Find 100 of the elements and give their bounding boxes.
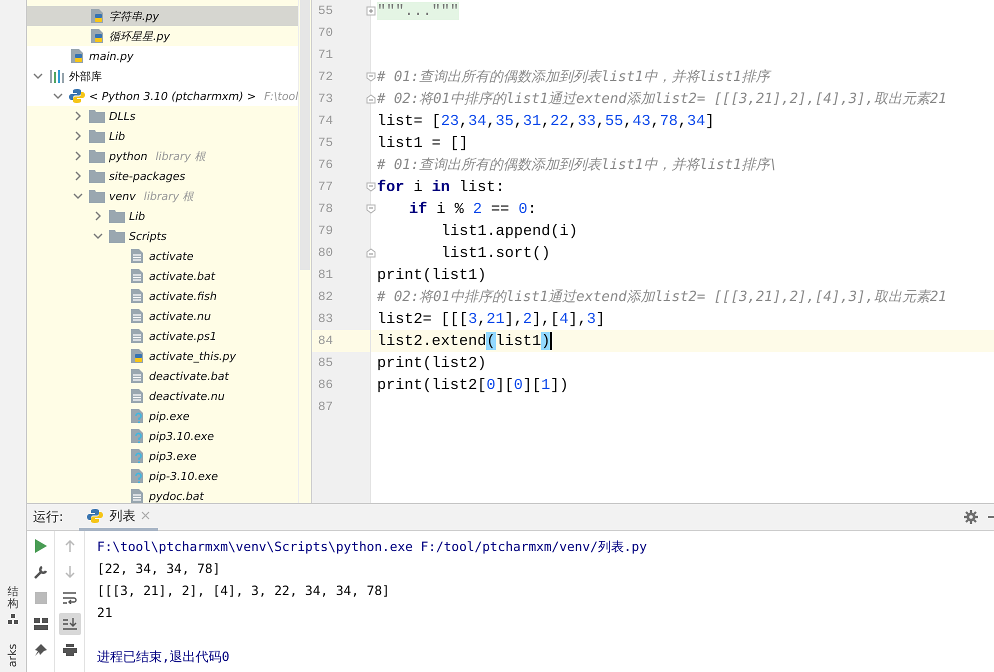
fold-marker-icon[interactable] xyxy=(366,248,376,258)
line-number: 81 xyxy=(318,268,334,282)
layout-icon xyxy=(34,618,48,630)
file-name: deactivate.nu xyxy=(149,390,225,402)
console-output-line: F:\tool\ptcharmxm\venv\Scripts\python.exe F:/tool/ptcharmxm/venv/列表.py xyxy=(97,538,647,556)
unknown-file-icon xyxy=(129,448,145,464)
code-line: # 01:查询出所有的偶数添加到列表list1中，并将list1排序 xyxy=(377,68,770,86)
code-line: list2= [[[3,21],2],[4],3] xyxy=(377,310,605,328)
file-name: pip.exe xyxy=(149,410,190,422)
fold-marker-icon[interactable] xyxy=(366,204,376,214)
code-line: print(list2) xyxy=(377,354,486,372)
fold-marker-icon[interactable] xyxy=(366,6,376,16)
file-name: Scripts xyxy=(129,230,167,242)
code-line: list2.extend(list1) xyxy=(377,332,550,350)
text-file-icon xyxy=(129,288,145,304)
print-icon xyxy=(62,644,76,656)
pin-icon xyxy=(34,644,46,656)
library-bars-icon xyxy=(49,69,65,83)
down-arrow-icon xyxy=(64,566,74,578)
wrench-icon xyxy=(34,565,48,579)
file-name: activate.nu xyxy=(149,310,211,322)
tree-row[interactable]: < Python 3.10 (ptcharmxm) > F:\tool xyxy=(27,86,300,106)
python-logo-icon xyxy=(87,508,104,524)
code-line: print(list2[0][0][1]) xyxy=(377,376,568,394)
line-number: 71 xyxy=(318,48,334,62)
settings-icon[interactable] xyxy=(964,510,978,524)
python-file-icon xyxy=(89,8,105,24)
text-file-icon xyxy=(129,368,145,384)
line-number: 55 xyxy=(318,4,334,18)
folder-icon xyxy=(109,209,125,223)
python-file-icon xyxy=(89,28,105,44)
file-name: 循环星星.py xyxy=(109,28,170,44)
run-icon xyxy=(34,539,46,553)
code-line: if i % 2 == 0: xyxy=(409,200,537,218)
python-file-icon xyxy=(129,348,145,364)
run-tab[interactable]: 列表 xyxy=(79,504,158,530)
console-output-line: 进程已结束,退出代码0 xyxy=(97,648,230,666)
stop-icon xyxy=(34,592,46,604)
line-number: 78 xyxy=(318,202,334,216)
structure-tab-label[interactable]: 结构 xyxy=(8,586,18,610)
file-name: Lib xyxy=(109,130,126,142)
line-number: 82 xyxy=(318,290,334,304)
python-logo-icon xyxy=(69,88,85,104)
code-line: list= [23,34,35,31,22,33,55,43,78,34] xyxy=(377,112,714,130)
text-file-icon xyxy=(129,308,145,324)
unknown-file-icon xyxy=(129,408,145,424)
code-line: # 02:将01中排序的list1通过extend添加list2= [[[3,21],2],[4],3],取出元素21 xyxy=(377,90,947,108)
expand-chevron-icon[interactable] xyxy=(93,211,103,221)
collapse-chevron-icon[interactable] xyxy=(93,231,103,241)
tree-row[interactable]: 字符串.py xyxy=(27,6,300,26)
file-name: activate_this.py xyxy=(149,350,236,362)
code-line: for i in list: xyxy=(377,178,505,196)
line-number: 83 xyxy=(318,312,334,326)
line-number: 79 xyxy=(318,224,334,238)
folder-icon xyxy=(89,189,105,203)
unknown-file-icon xyxy=(129,428,145,444)
line-number: 80 xyxy=(318,246,334,260)
file-name: Lib xyxy=(129,210,146,222)
line-number: 70 xyxy=(318,26,334,40)
console-output-line: [[[3, 21], 2], [4], 3, 22, 34, 34, 78] xyxy=(97,584,390,598)
line-number: 87 xyxy=(318,400,334,414)
file-name: activate.ps1 xyxy=(149,330,217,342)
text-file-icon xyxy=(129,328,145,344)
python-file-icon xyxy=(69,48,85,64)
tree-row[interactable]: main.py xyxy=(27,46,300,66)
file-name: 外部库 xyxy=(69,68,102,84)
fold-marker-icon[interactable] xyxy=(366,72,376,82)
soft-wrap-icon xyxy=(62,592,76,604)
line-number: 84 xyxy=(318,334,334,348)
text-cursor xyxy=(550,332,552,350)
folder-icon xyxy=(109,229,125,243)
structure-icon xyxy=(8,614,18,624)
code-line: list1 = [] xyxy=(377,134,468,152)
path-hint: F:\tool xyxy=(264,90,298,102)
text-file-icon xyxy=(129,388,145,404)
line-number: 76 xyxy=(318,158,334,172)
code-line: list1.append(i) xyxy=(441,222,578,240)
line-number: 72 xyxy=(318,70,334,84)
scrollbar-thumb[interactable] xyxy=(300,0,310,270)
folder-icon xyxy=(89,129,105,143)
line-number: 77 xyxy=(318,180,334,194)
file-name: activate.fish xyxy=(149,290,217,302)
file-name: pip3.10.exe xyxy=(149,430,214,442)
code-line: list1.sort() xyxy=(441,244,550,262)
file-name: python xyxy=(109,150,148,162)
scroll-to-end-button[interactable] xyxy=(58,613,80,635)
collapse-chevron-icon[interactable] xyxy=(73,191,83,201)
bookmarks-tab-label[interactable]: arks xyxy=(6,643,20,667)
file-name: site-packages xyxy=(109,170,186,182)
text-file-icon xyxy=(129,248,145,264)
fold-marker-icon[interactable] xyxy=(366,182,376,192)
file-name: activate.bat xyxy=(149,270,216,282)
file-name: DLLs xyxy=(109,110,136,122)
fold-marker-icon[interactable] xyxy=(366,94,376,104)
run-label: 运行: xyxy=(33,509,64,526)
console-output-line: 21 xyxy=(97,606,112,620)
tree-row[interactable]: 外部库 xyxy=(27,66,300,86)
file-name: main.py xyxy=(89,50,134,62)
path-hint: library 根 xyxy=(155,148,206,164)
path-hint: library 根 xyxy=(144,188,194,204)
